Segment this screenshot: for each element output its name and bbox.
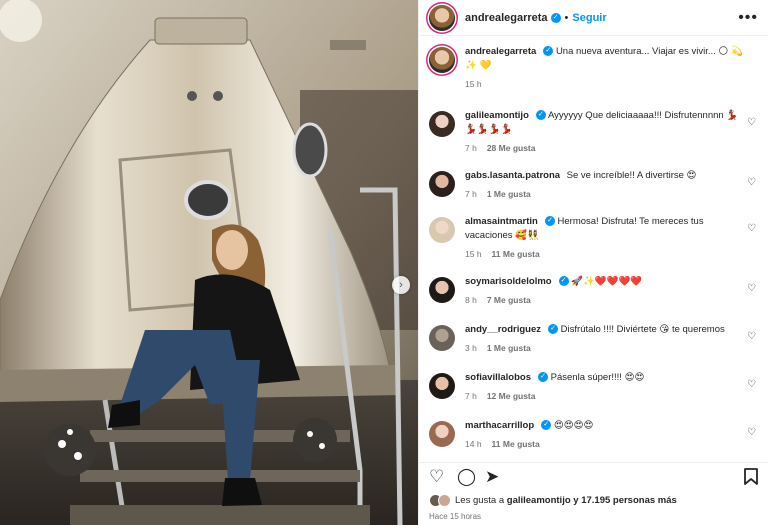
post-time: Hace 15 horas	[429, 512, 482, 521]
comment-likes[interactable]: 11 Me gusta	[492, 249, 540, 259]
comment-avatar[interactable]	[429, 277, 455, 303]
likes-suffix[interactable]: y 17.195 personas más	[573, 495, 677, 506]
separator-dot: •	[564, 11, 569, 24]
verified-icon: ✓	[535, 110, 546, 121]
verified-icon: ✓	[543, 46, 554, 57]
comment-time: 7 h	[465, 189, 477, 199]
comment-item: gabs.lasanta.patrona Se ve increíble!! A…	[429, 169, 758, 201]
verified-icon: ✓	[541, 420, 552, 431]
comment-username[interactable]: sofiavillalobos	[465, 372, 531, 383]
comment-item: soymarisoldelolmo ✓ 🚀✨❤️❤️❤️❤️ 8 h 7 Me gu…	[429, 275, 758, 307]
comment-likes[interactable]: 12 Me gusta	[487, 391, 536, 401]
comment-item: sofiavillalobos ✓ Pásenla súper!!!! 😍😍 7 …	[429, 371, 758, 403]
caption-time: 15 h	[465, 79, 482, 89]
comment-likes[interactable]: 1 Me gusta	[487, 343, 531, 353]
caption-username[interactable]: andrealegarreta	[465, 46, 536, 57]
post-actions: ♡ ◯ ➤	[419, 462, 768, 488]
photo-illustration	[0, 0, 418, 525]
comment-item: galileamontijo ✓ Ayyyyyy Que deliciaaaaa!…	[429, 109, 758, 155]
comments-list[interactable]: andrealegarreta ✓ Una nueva aventura... V…	[419, 37, 768, 455]
likes-summary[interactable]: Les gusta a galileamontijo y 17.195 pers…	[429, 494, 677, 507]
comment-username[interactable]: andy__rodriguez	[465, 324, 541, 335]
post-side-panel: andrealegarreta ✓ • Seguir ••• andrealeg…	[418, 0, 768, 525]
next-arrow-icon[interactable]: ›	[392, 276, 410, 294]
comment-likes[interactable]: 11 Me gusta	[492, 439, 540, 449]
heart-icon[interactable]: ♡	[429, 468, 444, 485]
post-header: andrealegarreta ✓ • Seguir •••	[419, 0, 768, 36]
heart-icon[interactable]: ♡	[747, 117, 756, 128]
heart-icon[interactable]: ♡	[747, 379, 756, 390]
likes-user[interactable]: galileamontijo	[507, 495, 571, 506]
comment-time: 3 h	[465, 343, 477, 353]
comment-avatar[interactable]	[429, 373, 455, 399]
comment-item: marthacarrillop ✓ 😍😍😍😍 14 h 11 Me gusta ♡	[429, 419, 758, 451]
heart-icon[interactable]: ♡	[747, 177, 756, 188]
comment-likes[interactable]: 28 Me gusta	[487, 143, 536, 153]
comment-likes[interactable]: 7 Me gusta	[487, 295, 531, 305]
verified-icon: ✓	[558, 276, 569, 287]
caption-meta: 15 h	[465, 77, 744, 91]
comment-text: Pásenla súper!!!! 😍😍	[550, 372, 645, 383]
heart-icon[interactable]: ♡	[747, 223, 756, 234]
liker-avatar	[438, 494, 451, 507]
comment-time: 14 h	[465, 439, 482, 449]
follow-button[interactable]: Seguir	[572, 12, 606, 24]
comment-time: 8 h	[465, 295, 477, 305]
caption-avatar[interactable]	[429, 47, 455, 73]
comment-username[interactable]: gabs.lasanta.patrona	[465, 170, 560, 181]
comment-text: Disfrútalo !!!! Diviértete 😘 te queremos	[560, 324, 725, 335]
comment-time: 7 h	[465, 143, 477, 153]
comment-icon[interactable]: ◯	[457, 468, 476, 485]
comment-avatar[interactable]	[429, 171, 455, 197]
caption: andrealegarreta ✓ Una nueva aventura... V…	[429, 45, 758, 91]
share-icon[interactable]: ➤	[485, 468, 499, 485]
comment-avatar[interactable]	[429, 421, 455, 447]
comment-item: andy__rodriguez ✓ Disfrútalo !!!! Diviért…	[429, 323, 758, 355]
caption-text: Una nueva aventura... Viajar es vivir...	[555, 46, 716, 57]
author-username[interactable]: andrealegarreta	[465, 12, 548, 24]
bookmark-icon[interactable]	[744, 468, 758, 488]
comment-text: 😍😍😍😍	[553, 420, 594, 431]
comment-time: 15 h	[465, 249, 482, 259]
comment-username[interactable]: soymarisoldelolmo	[465, 276, 552, 287]
comment-time: 7 h	[465, 391, 477, 401]
comment-avatar[interactable]	[429, 111, 455, 137]
verified-icon: ✓	[544, 216, 555, 227]
verified-icon: ✓	[550, 12, 561, 23]
heart-icon[interactable]: ♡	[747, 283, 756, 294]
comment-username[interactable]: marthacarrillop	[465, 420, 534, 431]
comment-username[interactable]: galileamontijo	[465, 110, 529, 121]
comment-likes[interactable]: 1 Me gusta	[487, 189, 531, 199]
likes-text: Les gusta a galileamontijo y 17.195 pers…	[455, 495, 677, 506]
comment-text: 🚀✨❤️❤️❤️❤️	[571, 276, 643, 287]
comment-item: almasaintmartin ✓ Hermosa! Disfruta! Te m…	[429, 215, 758, 261]
verified-icon: ✓	[538, 372, 548, 383]
comment-username[interactable]: almasaintmartin	[465, 216, 538, 227]
comment-text: Se ve increíble!! A divertirse 😍	[566, 170, 697, 181]
likes-prefix: Les gusta a	[455, 495, 505, 506]
comment-avatar[interactable]	[429, 325, 455, 351]
post-photo[interactable]: ›	[0, 0, 418, 525]
heart-icon[interactable]: ♡	[747, 427, 756, 438]
verified-icon: ✓	[548, 324, 559, 335]
heart-icon[interactable]: ♡	[747, 331, 756, 342]
more-icon[interactable]: •••	[738, 9, 758, 27]
comment-avatar[interactable]	[429, 217, 455, 243]
author-avatar[interactable]	[429, 4, 455, 31]
